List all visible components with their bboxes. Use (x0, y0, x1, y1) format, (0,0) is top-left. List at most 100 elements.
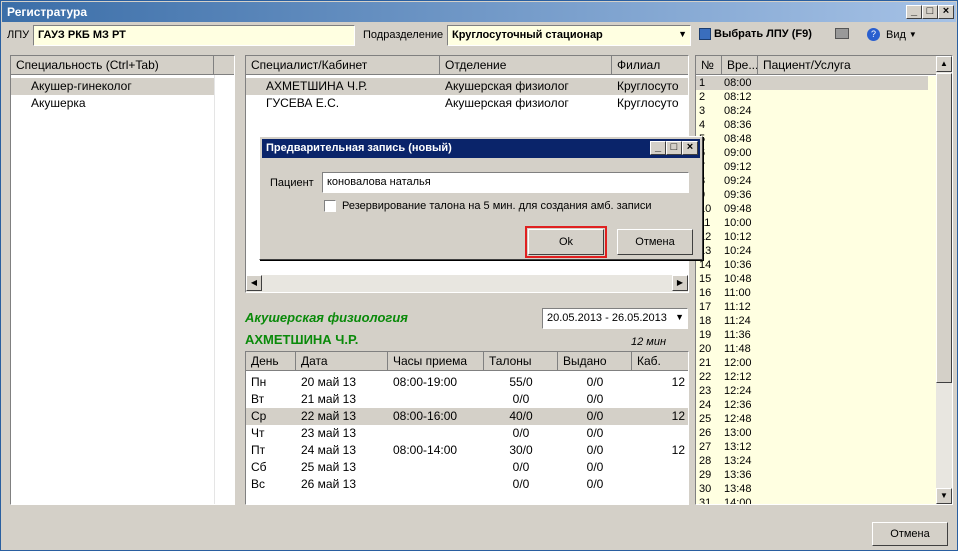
ok-button[interactable]: Ok (528, 229, 604, 255)
timeslot-row[interactable]: 31 14:00 (696, 496, 928, 504)
col-tickets[interactable]: Талоны (484, 352, 558, 370)
timeslot-row[interactable]: 14 10:36 (696, 258, 928, 272)
timeslot-row[interactable]: 23 12:24 (696, 384, 928, 398)
schedule-table: День Дата Часы приема Талоны Выдано Каб.… (245, 351, 689, 505)
cell-branch: Круглосуто (617, 79, 679, 93)
col-date[interactable]: Дата (296, 352, 388, 370)
col-hours[interactable]: Часы приема (388, 352, 484, 370)
list-item[interactable]: Акушер-гинеколог (11, 78, 214, 95)
timeslot-time: 12:36 (724, 399, 752, 411)
dialog-close-button[interactable]: × (682, 141, 698, 155)
list-item[interactable]: Акушерка (11, 95, 214, 112)
timeslot-row[interactable]: 20 11:48 (696, 342, 928, 356)
timeslot-row[interactable]: 3 08:24 (696, 104, 928, 118)
table-row[interactable]: Вс 26 май 13 0/0 0/0 (246, 476, 688, 493)
table-row[interactable]: Ср 22 май 13 08:00-16:00 40/0 0/0 12 (246, 408, 688, 425)
col-time[interactable]: Вре... (722, 56, 758, 74)
timeslot-row[interactable]: 709:12 (696, 160, 928, 174)
timeslot-row[interactable]: 25 12:48 (696, 412, 928, 426)
timeslot-row[interactable]: 909:36 (696, 188, 928, 202)
scroll-left-icon[interactable]: ◀ (246, 275, 262, 291)
col-department[interactable]: Отделение (440, 56, 612, 74)
table-cell: 12 (671, 409, 685, 423)
col-room[interactable]: Каб. (632, 352, 688, 370)
scroll-right-icon[interactable]: ▶ (672, 275, 688, 291)
timeslot-row[interactable]: 18 11:24 (696, 314, 928, 328)
timeslot-row[interactable]: 30 13:48 (696, 482, 928, 496)
timeslot-row[interactable]: 26 13:00 (696, 426, 928, 440)
timeslot-row[interactable]: 22 12:12 (696, 370, 928, 384)
print-button[interactable] (835, 28, 849, 39)
dept-label: Подразделение (363, 29, 444, 41)
col-issued[interactable]: Выдано (558, 352, 632, 370)
minimize-button[interactable]: _ (906, 5, 922, 19)
scroll-up-icon[interactable]: ▲ (936, 56, 952, 72)
dialog-cancel-button[interactable]: Отмена (617, 229, 693, 255)
horizontal-scrollbar[interactable]: ◀ ▶ (246, 275, 688, 292)
timeslot-row[interactable]: 17 11:12 (696, 300, 928, 314)
timeslot-row[interactable]: 21 12:00 (696, 356, 928, 370)
timeslot-patient (756, 412, 928, 426)
table-cell (388, 476, 484, 493)
timeslot-row[interactable]: 1 08:00 (696, 76, 928, 90)
timeslot-row[interactable]: 809:24 (696, 174, 928, 188)
close-button[interactable]: × (938, 5, 954, 19)
table-cell: 0/0 (512, 392, 530, 406)
scroll-down-icon[interactable]: ▼ (936, 488, 952, 504)
lpu-field[interactable]: ГАУЗ РКБ МЗ РТ (33, 25, 355, 46)
view-menu-button[interactable]: ? Вид ▼ (867, 28, 917, 41)
table-cell: 23 май 13 (301, 426, 356, 440)
timeslot-time: 10:12 (724, 231, 752, 243)
timeslot-row[interactable]: 11 10:00 (696, 216, 928, 230)
table-row[interactable]: Вт 21 май 13 0/0 0/0 (246, 391, 688, 408)
maximize-button[interactable]: □ (922, 5, 938, 19)
col-number[interactable]: № (696, 56, 722, 74)
timeslot-patient (756, 132, 928, 146)
timeslot-row[interactable]: 2 08:12 (696, 90, 928, 104)
timeslot-patient (756, 426, 928, 440)
timeslot-row[interactable]: 10 09:48 (696, 202, 928, 216)
timeslot-row[interactable]: 24 12:36 (696, 398, 928, 412)
col-branch[interactable]: Филиал (612, 56, 688, 74)
timeslot-row[interactable]: 15 10:48 (696, 272, 928, 286)
table-cell: 40/0 (509, 409, 533, 423)
table-row[interactable]: АХМЕТШИНА Ч.Р. Акушерская физиолог Кругл… (246, 78, 688, 95)
timeslot-row[interactable]: 508:48 (696, 132, 928, 146)
vertical-scrollbar[interactable]: ▲ ▼ (936, 56, 952, 504)
timeslot-patient (756, 118, 928, 132)
cell-department: Акушерская физиолог (445, 79, 569, 93)
dialog-minimize-button[interactable]: _ (650, 141, 666, 155)
col-patient[interactable]: Пациент/Услуга (758, 56, 938, 74)
timeslot-number: 1 (699, 77, 706, 89)
timeslot-time: 13:48 (724, 483, 752, 495)
timeslot-row[interactable]: 609:00 (696, 146, 928, 160)
timeslot-row[interactable]: 29 13:36 (696, 468, 928, 482)
timeslot-row[interactable]: 12 10:12 (696, 230, 928, 244)
dept-select[interactable]: Круглосуточный стационар ▼ (447, 25, 691, 46)
date-range-select[interactable]: 20.05.2013 - 26.05.2013 ▼ (542, 308, 688, 329)
timeslot-time: 11:48 (724, 343, 751, 355)
timeslot-row[interactable]: 28 13:24 (696, 454, 928, 468)
patient-input[interactable]: коновалова наталья (322, 172, 689, 193)
table-row[interactable]: Чт 23 май 13 0/0 0/0 (246, 425, 688, 442)
table-row[interactable]: Сб 25 май 13 0/0 0/0 (246, 459, 688, 476)
footer-cancel-button[interactable]: Отмена (872, 522, 948, 546)
col-specialist[interactable]: Специалист/Кабинет (246, 56, 440, 74)
dialog-maximize-button[interactable]: □ (666, 141, 682, 155)
timeslot-row[interactable]: 27 13:12 (696, 440, 928, 454)
table-row[interactable]: Пн 20 май 13 08:00-19:00 55/0 0/0 12 (246, 374, 688, 391)
reserve-checkbox[interactable] (324, 200, 336, 212)
select-lpu-button[interactable]: Выбрать ЛПУ (F9) (699, 28, 812, 40)
scroll-thumb[interactable] (936, 73, 952, 383)
cell-specialist: ГУСЕВА Е.С. (266, 96, 340, 110)
col-day[interactable]: День (246, 352, 296, 370)
timeslot-row[interactable]: 13 10:24 (696, 244, 928, 258)
timeslot-row[interactable]: 4 08:36 (696, 118, 928, 132)
specialty-column[interactable]: Специальность (Ctrl+Tab) (11, 56, 214, 74)
timeslot-number: 28 (699, 455, 712, 467)
table-row[interactable]: ГУСЕВА Е.С. Акушерская физиолог Круглосу… (246, 95, 688, 112)
timeslot-row[interactable]: 19 11:36 (696, 328, 928, 342)
table-row[interactable]: Пт 24 май 13 08:00-14:00 30/0 0/0 12 (246, 442, 688, 459)
table-cell (388, 459, 484, 476)
timeslot-row[interactable]: 16 11:00 (696, 286, 928, 300)
